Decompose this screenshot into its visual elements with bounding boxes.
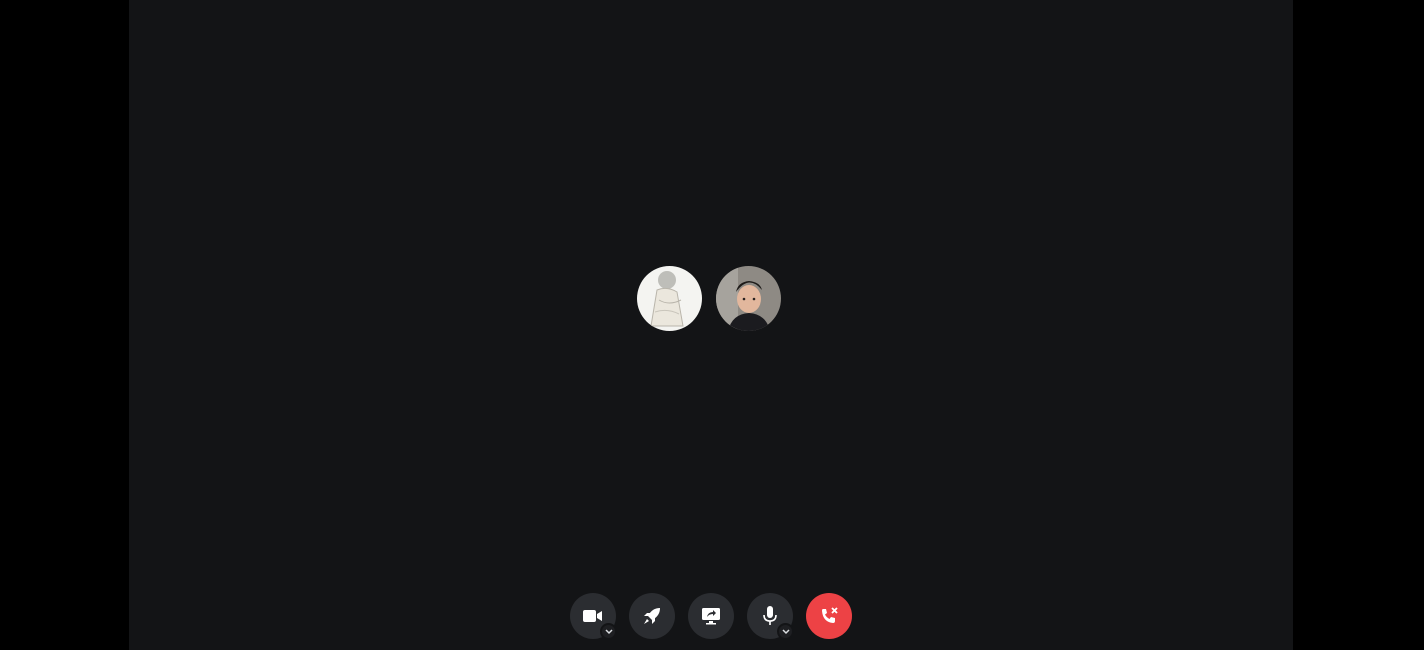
- young-man-photo-avatar-image: [716, 266, 781, 331]
- screen-share-icon: [701, 607, 721, 625]
- screen-share-button[interactable]: [688, 593, 734, 639]
- participant-avatar-1[interactable]: [637, 266, 702, 331]
- camera-options-chevron-icon[interactable]: [600, 623, 617, 640]
- rocket-icon: [643, 607, 661, 625]
- end-call-icon: [819, 606, 839, 626]
- activity-button[interactable]: [629, 593, 675, 639]
- microphone-icon: [763, 606, 777, 626]
- camera-button[interactable]: [570, 593, 617, 640]
- video-camera-icon: [583, 609, 603, 623]
- microphone-button[interactable]: [747, 593, 794, 640]
- participant-avatar-2[interactable]: [716, 266, 781, 331]
- call-controls: [570, 593, 852, 640]
- call-stage: [129, 0, 1293, 650]
- participant-avatars: [637, 266, 781, 331]
- end-call-button[interactable]: [806, 593, 852, 639]
- microphone-options-chevron-icon[interactable]: [777, 623, 794, 640]
- sketch-illustration-avatar-image: [637, 266, 702, 331]
